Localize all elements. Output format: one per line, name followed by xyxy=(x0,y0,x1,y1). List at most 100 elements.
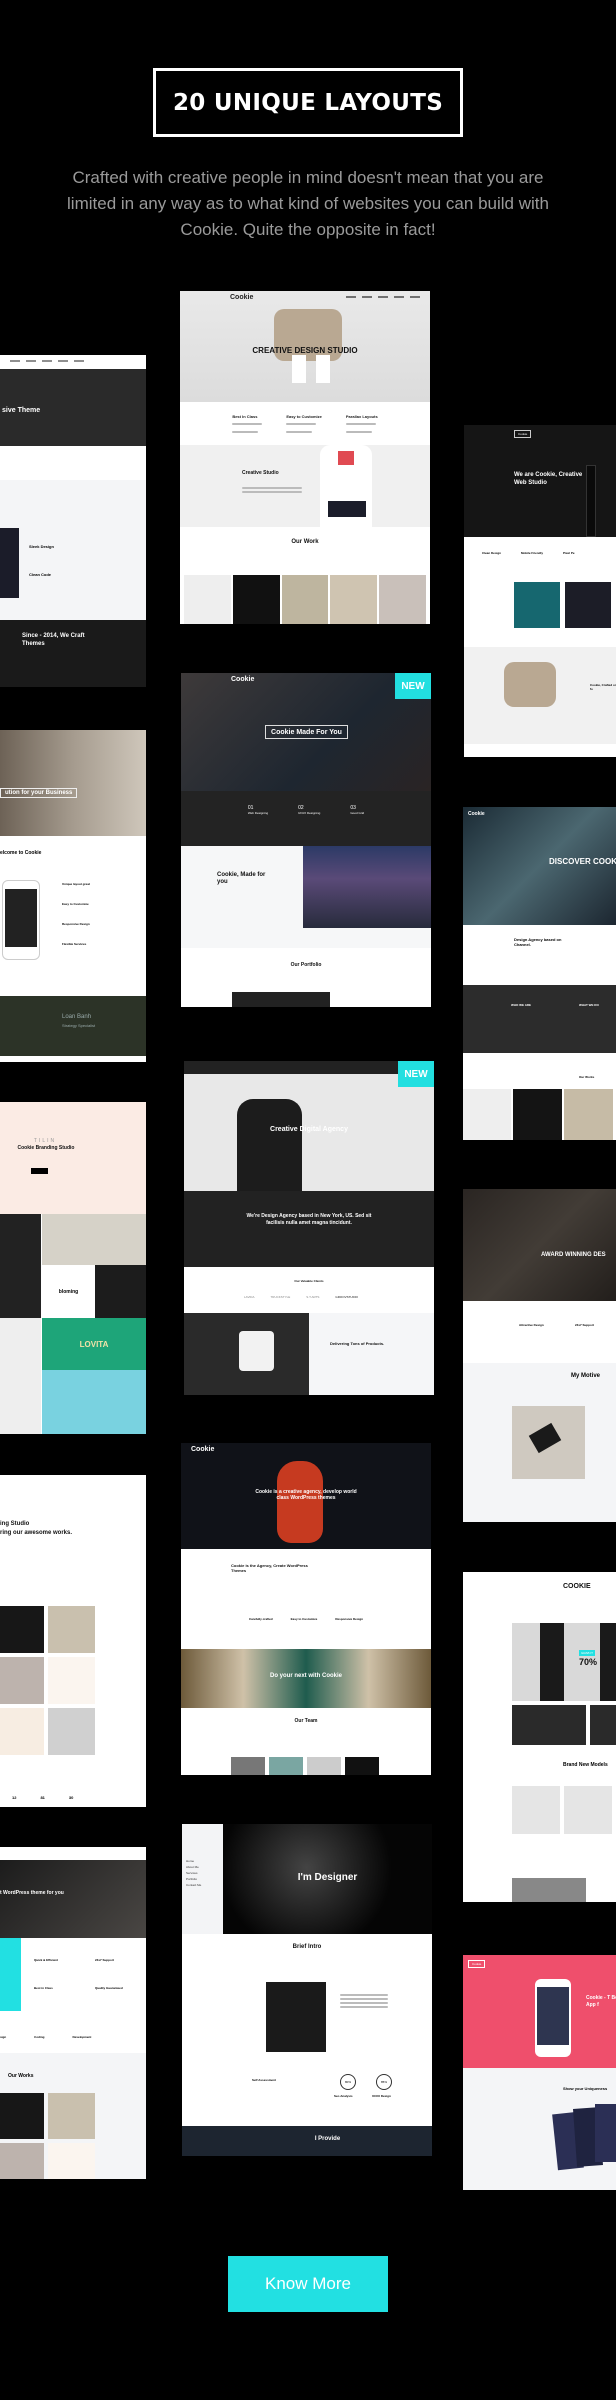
hero-title: Cookie Made For You xyxy=(265,725,348,739)
layout-card-branding-studio[interactable]: TILIN Cookie Branding Studio bloming LOV… xyxy=(0,1102,146,1434)
feature-title: Quality Guaranteed xyxy=(95,1986,123,1990)
tile-image xyxy=(0,1708,44,1755)
portfolio-section: Our Portfolio xyxy=(181,948,431,1007)
category-banner xyxy=(590,1705,616,1745)
hero-title: CREATIVE DESIGN STUDIO xyxy=(252,346,358,355)
feature-title: Responsive Design xyxy=(335,1617,364,1621)
feature-title: Carefully crafted xyxy=(248,1617,273,1621)
hero-subtitle: ring our awesome works. xyxy=(0,1530,73,1536)
works-section: Our Works xyxy=(463,1053,616,1089)
profile-image xyxy=(266,1982,326,2052)
hero-title: We are Cookie, Creative Web Studio xyxy=(514,472,583,486)
about-section: Cookie, Crafted only fo xyxy=(464,647,616,744)
team-section: Our Team xyxy=(181,1708,431,1775)
layout-card-award-winning-design[interactable]: AWARD WINNING DES Attractive Design 24x7… xyxy=(463,1189,616,1522)
hero-section: Home About Me Services Portfolio Contact… xyxy=(182,1824,432,1934)
stat-value: 81 xyxy=(40,1795,45,1800)
layout-card-creative-digital-agency[interactable]: Creative Digital Agency We're Design Age… xyxy=(184,1061,434,1395)
stat-value: 12 xyxy=(12,1795,17,1800)
features-section: Quick & Efficient 24x7 Support Best in C… xyxy=(0,1938,146,2011)
nav-bar xyxy=(0,355,146,369)
layout-card-shoe-store[interactable]: COOKIE GRAB IT 70% Brand New Models xyxy=(463,1572,616,1902)
uniqueness-section: Show your Uniqueness xyxy=(463,2068,616,2190)
hero-title: I'm Designer xyxy=(297,1872,358,1883)
about-band: WHO WE ARE WHAT WE DO xyxy=(463,985,616,1053)
step-title: Good Grid xyxy=(350,811,365,815)
logo: Cookie xyxy=(468,811,485,817)
layout-card-wordpress-theme[interactable]: t WordPress theme for you Quick & Effici… xyxy=(0,1847,146,2179)
menu-item[interactable]: Contact Me xyxy=(186,1882,219,1888)
layouts-showcase-page: 20 UNIQUE LAYOUTS Crafted with creative … xyxy=(0,0,616,2400)
layout-card-responsive-theme[interactable]: sive Theme Sleek Design Clean Code Since… xyxy=(0,355,146,687)
layout-card-creative-design-studio[interactable]: Cookie CREATIVE DESIGN STUDIO Best In Cl… xyxy=(180,291,430,624)
step-title: UI/UX Designing xyxy=(298,811,321,815)
page-title: 20 UNIQUE LAYOUTS xyxy=(172,89,444,116)
hero-title: sive Theme xyxy=(2,407,41,414)
feature-title: Mobile Friendly xyxy=(521,551,544,555)
intro-paragraph: Crafted with creative people in mind doe… xyxy=(67,168,549,239)
new-badge: NEW xyxy=(395,673,431,699)
clients-section: Our Valuable Clients LAVIDA TRUCKSTYLE S… xyxy=(184,1267,434,1313)
section-title: Show your Uniqueness xyxy=(563,2086,608,2091)
tile-image xyxy=(42,1214,146,1265)
products-band: Do your next with Cookie xyxy=(181,1649,431,1708)
feature-title: Clean Code xyxy=(29,572,52,577)
layout-card-cookie-made-for-you[interactable]: Cookie Cookie Made For You 01 Web Designi… xyxy=(181,673,431,1007)
tile-image xyxy=(48,1708,95,1755)
coffee-cup-image xyxy=(184,1313,309,1395)
service-label: Coding xyxy=(34,2035,45,2039)
band-text: We're Design Agency based in New York, U… xyxy=(246,1213,372,1226)
logo: COOKIE xyxy=(563,1583,591,1590)
intro-band: We're Design Agency based in New York, U… xyxy=(184,1191,434,1267)
band-text: Since - 2014, We Craft Themes xyxy=(22,633,85,647)
brand-mark: TILIN xyxy=(33,1138,57,1144)
feature-title: Easy to Customize xyxy=(290,1617,318,1621)
hero-section: TILIN Cookie Branding Studio xyxy=(0,1102,146,1214)
phone-image xyxy=(535,1979,571,2057)
stat-value: 30 xyxy=(68,1795,74,1800)
hero-title: AWARD WINNING DES xyxy=(541,1252,606,1258)
promo-image xyxy=(512,1878,586,1902)
skill-label: UI/UX Design xyxy=(372,2094,391,2098)
category-banner xyxy=(512,1705,586,1745)
layout-card-branding-works[interactable]: ing Studio ring our awesome works. 12 81… xyxy=(0,1475,146,1807)
feature-title: Attractive Design xyxy=(519,1323,544,1327)
since-band: Since - 2014, We Craft Themes xyxy=(0,620,146,687)
section-title: elcome to Cookie xyxy=(0,850,42,856)
layout-card-solution-for-business[interactable]: ution for your Business elcome to Cookie… xyxy=(0,730,146,1062)
services-row: sign Coding Development xyxy=(0,2011,146,2053)
hero-section: AWARD WINNING DES xyxy=(463,1189,616,1301)
layout-card-creative-agency[interactable]: Cookie Cookie is a creative agency, deve… xyxy=(181,1443,431,1775)
skill-gauge: 80% xyxy=(340,2074,356,2090)
feature-title: Unique layout great xyxy=(62,882,91,886)
section-title: Delivering Tons of Products. xyxy=(330,1341,385,1346)
hero-title: ution for your Business xyxy=(0,788,78,798)
layout-card-discover-cookie[interactable]: Cookie DISCOVER COOK Design Agency based… xyxy=(463,807,616,1140)
section-title: Design Agency based on Channel. xyxy=(514,937,562,947)
hero-title: Creative Digital Agency xyxy=(270,1126,348,1133)
hero-section: ution for your Business xyxy=(0,730,146,836)
layout-card-creative-web-studio[interactable]: Cookie We are Cookie, Creative Web Studi… xyxy=(464,425,616,757)
promo-value: 70% xyxy=(579,1657,598,1667)
about-section: Cookie, Made for you xyxy=(181,846,431,948)
section-title: Our Valuable Clients xyxy=(294,1279,324,1283)
hero-button[interactable] xyxy=(31,1168,48,1174)
know-more-button[interactable]: Know More xyxy=(228,2256,388,2312)
feature-title: Best In Class xyxy=(232,414,258,419)
laptop-image xyxy=(303,846,431,928)
feature-title: Sleek Design xyxy=(29,544,54,549)
tile-image xyxy=(0,1318,41,1434)
bottle-image xyxy=(277,1461,323,1543)
section-title: Cookie, Made for you xyxy=(217,872,266,885)
client-logo: LAVIDA xyxy=(244,1295,255,1299)
layout-card-im-designer[interactable]: Home About Me Services Portfolio Contact… xyxy=(182,1824,432,2156)
phone-image xyxy=(2,880,40,960)
features-section: Sleek Design Clean Code xyxy=(0,480,146,620)
section-title: Brand New Models xyxy=(563,1762,608,1768)
tile-image xyxy=(0,1657,44,1704)
layout-card-app-landing[interactable]: Cookie Cookie - T Best App f Show your U… xyxy=(463,1955,616,2190)
section-title: Our Portfolio xyxy=(290,962,322,968)
tile-image xyxy=(48,1657,95,1704)
band-heading: WHO WE ARE xyxy=(511,1003,532,1007)
new-badge: NEW xyxy=(398,1061,434,1087)
